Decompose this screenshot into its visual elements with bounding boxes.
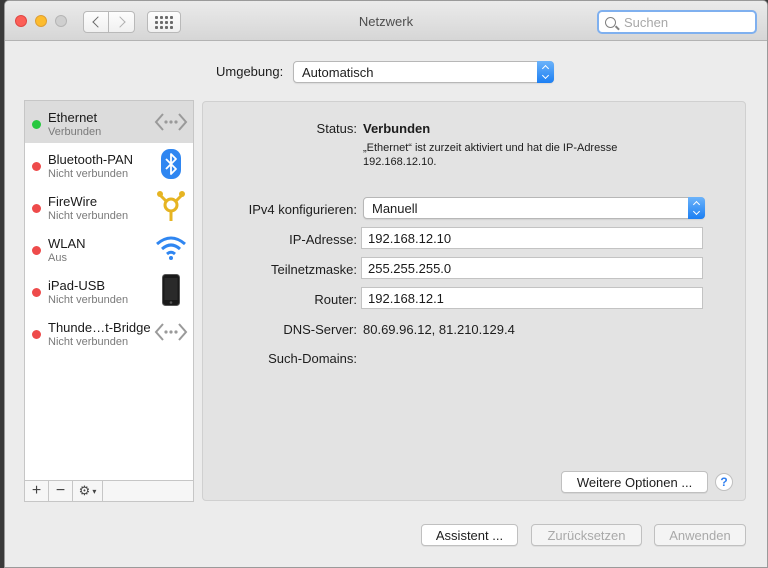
gear-icon: ⚙ [78, 483, 91, 498]
ip-address-label: IP-Adresse: [289, 232, 357, 247]
action-menu-button[interactable]: ⚙ ▾ [73, 481, 103, 501]
advanced-options-button[interactable]: Weitere Optionen ... [561, 471, 708, 493]
help-button[interactable]: ? [715, 473, 733, 491]
search-icon [605, 16, 616, 28]
add-interface-button[interactable]: + [25, 481, 49, 501]
status-dot [32, 246, 41, 255]
location-label: Umgebung: [216, 64, 284, 79]
ipad-icon [153, 273, 189, 307]
status-dot [32, 330, 41, 339]
firewire-icon [153, 189, 189, 223]
search-box[interactable] [597, 10, 757, 34]
search-domains-label: Such-Domains: [268, 351, 357, 366]
ipv4-config-popup[interactable]: Manuell [363, 197, 705, 219]
subnet-mask-field[interactable]: 255.255.255.0 [361, 257, 703, 279]
titlebar: Netzwerk [5, 1, 767, 41]
interface-item-ethernet[interactable]: Ethernet Verbunden [25, 101, 193, 143]
status-value: Verbunden [363, 121, 431, 136]
interface-status: Nicht verbunden [48, 294, 129, 306]
subnet-mask-label: Teilnetzmaske: [271, 262, 357, 277]
chevron-down-icon: ▾ [92, 486, 97, 496]
assistant-button[interactable]: Assistent ... [421, 524, 518, 546]
network-preferences-window: Netzwerk Umgebung: Automatisch Ethernet … [4, 0, 768, 568]
status-description-line1: „Ethernet“ ist zurzeit aktiviert und hat… [363, 142, 618, 154]
popup-arrows-icon [688, 197, 705, 219]
router-label: Router: [314, 292, 357, 307]
interface-name: iPad-USB [48, 278, 106, 293]
ipv4-config-label: IPv4 konfigurieren: [248, 202, 357, 217]
interface-name: Ethernet [48, 110, 98, 125]
interface-item-bluetooth-pan[interactable]: Bluetooth-PAN Nicht verbunden [25, 143, 193, 185]
interface-list: Ethernet Verbunden Bluetooth-PAN Nicht v… [24, 100, 194, 502]
location-value: Automatisch [302, 64, 374, 80]
ethernet-icon [153, 105, 189, 139]
interface-item-wlan[interactable]: WLAN Aus [25, 227, 193, 269]
status-dot [32, 288, 41, 297]
status-dot [32, 204, 41, 213]
status-dot [32, 162, 41, 171]
interface-status: Verbunden [48, 126, 102, 138]
interface-item-ipad-usb[interactable]: iPad-USB Nicht verbunden [25, 269, 193, 311]
revert-button[interactable]: Zurücksetzen [531, 524, 642, 546]
interface-item-thunderbolt-bridge[interactable]: Thunde…t-Bridge Nicht verbunden [25, 311, 193, 353]
interface-name: Thunde…t-Bridge [48, 320, 151, 335]
search-input[interactable] [624, 14, 752, 30]
status-dot [32, 120, 41, 129]
wifi-icon [153, 231, 189, 265]
interface-status: Aus [48, 252, 67, 264]
dns-server-value[interactable]: 80.69.96.12, 81.210.129.4 [363, 322, 515, 337]
router-field[interactable]: 192.168.12.1 [361, 287, 703, 309]
apply-button[interactable]: Anwenden [654, 524, 746, 546]
status-description-line2: 192.168.12.10. [363, 156, 437, 168]
bluetooth-icon [153, 147, 189, 181]
interface-name: FireWire [48, 194, 98, 209]
ipv4-config-value: Manuell [372, 200, 418, 216]
interface-status: Nicht verbunden [48, 168, 129, 180]
interface-list-toolbar: + − ⚙ ▾ [25, 480, 193, 501]
interface-status: Nicht verbunden [48, 210, 129, 222]
interface-name: Bluetooth-PAN [48, 152, 134, 167]
thunderbolt-bridge-icon [153, 315, 189, 349]
interface-name: WLAN [48, 236, 86, 251]
dns-server-label: DNS-Server: [283, 322, 357, 337]
ip-address-field[interactable]: 192.168.12.10 [361, 227, 703, 249]
interface-item-firewire[interactable]: FireWire Nicht verbunden [25, 185, 193, 227]
status-label: Status: [316, 121, 357, 136]
interface-status: Nicht verbunden [48, 336, 129, 348]
remove-interface-button[interactable]: − [49, 481, 73, 501]
location-popup[interactable]: Automatisch [293, 61, 554, 83]
popup-arrows-icon [537, 61, 554, 83]
